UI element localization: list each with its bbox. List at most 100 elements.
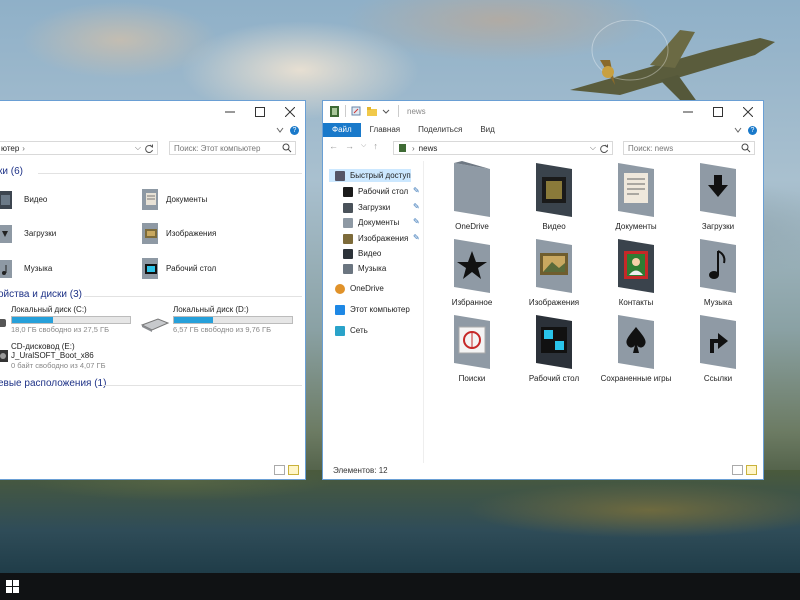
folder-label: Музыка xyxy=(24,263,53,273)
pin-icon[interactable]: ✎ xyxy=(413,202,420,211)
folder-tile-contacts[interactable]: Контакты xyxy=(595,235,677,307)
folder-tile-desktop[interactable]: Рабочий стол xyxy=(513,311,595,383)
chevron-down-icon[interactable] xyxy=(276,126,284,134)
dropdown-icon[interactable]: ⌵ xyxy=(135,143,141,153)
refresh-icon[interactable] xyxy=(145,144,154,153)
pin-icon[interactable]: ✎ xyxy=(413,186,420,195)
nav-label: Сеть xyxy=(350,326,368,335)
nav-item-music[interactable]: Музыка xyxy=(343,262,386,275)
folder-tile-searches[interactable]: Поиски xyxy=(431,311,513,383)
folder-item-documents[interactable]: Документы xyxy=(140,187,207,211)
folder-tile-video[interactable]: Видео xyxy=(513,159,595,231)
taskbar xyxy=(0,573,800,600)
cd-drive-icon xyxy=(0,350,8,362)
drive-item-e[interactable]: CD-дисковод (E:) J_UralSOFT_Boot_x86 0 б… xyxy=(0,342,106,370)
large-icons-view-button[interactable] xyxy=(746,465,757,475)
folder-label: Видео xyxy=(24,194,48,204)
details-view-button[interactable] xyxy=(274,465,285,475)
folder-item-desktop[interactable]: Рабочий стол xyxy=(140,256,216,280)
customize-toolbar-icon[interactable] xyxy=(382,105,394,117)
folder-tile-favorites[interactable]: Избранное xyxy=(431,235,513,307)
nav-label: Загрузки xyxy=(358,203,391,212)
folder-tile-documents[interactable]: Документы xyxy=(595,159,677,231)
spade-folder-icon xyxy=(618,315,654,369)
folder-tile-links[interactable]: Ссылки xyxy=(677,311,759,383)
address-bar[interactable]: › news ⌵ xyxy=(393,141,613,155)
group-header-folders[interactable]: ки (6) xyxy=(0,166,23,177)
nav-item-downloads[interactable]: Загрузки xyxy=(343,201,390,214)
group-header-drives[interactable]: ойства и диски (3) xyxy=(0,289,82,300)
back-arrow-icon[interactable]: ← xyxy=(329,141,338,151)
address-bar[interactable]: ютер › ⌵ xyxy=(0,141,158,155)
folder-label: Рабочий стол xyxy=(166,263,217,273)
tab-file[interactable]: Файл xyxy=(323,123,361,137)
nav-item-documents[interactable]: Документы xyxy=(343,216,399,229)
forward-arrow-icon[interactable]: → xyxy=(345,141,354,151)
close-button[interactable] xyxy=(733,101,763,123)
properties-icon[interactable] xyxy=(350,105,362,117)
refresh-icon[interactable] xyxy=(600,144,609,153)
address-row: ютер › ⌵ Поиск: Этот компьютер xyxy=(0,139,305,157)
tab-share[interactable]: Поделиться xyxy=(409,123,471,137)
drive-item-d[interactable]: Локальный диск (D:) 6,57 ГБ свободно из … xyxy=(140,305,293,334)
video-folder-icon xyxy=(536,163,572,217)
drive-item-c[interactable]: Локальный диск (C:) 18,0 ГБ свободно из … xyxy=(0,305,131,334)
tab-view[interactable]: Вид xyxy=(471,123,503,137)
tab-home[interactable]: Главная xyxy=(361,123,409,137)
close-icon xyxy=(285,107,295,117)
tile-label: Избранное xyxy=(451,298,493,307)
chevron-down-icon[interactable] xyxy=(734,126,742,134)
search-input[interactable]: Поиск: news xyxy=(623,141,755,155)
desktop-folder-icon xyxy=(536,315,572,369)
nav-item-video[interactable]: Видео xyxy=(343,247,381,260)
help-icon[interactable]: ? xyxy=(290,125,299,135)
pictures-folder-icon xyxy=(140,221,160,245)
pin-icon[interactable]: ✎ xyxy=(413,233,420,242)
folder-item-music[interactable]: Музыка xyxy=(0,256,52,280)
nav-label: Рабочий стол xyxy=(358,187,409,196)
search-input[interactable]: Поиск: Этот компьютер xyxy=(169,141,296,155)
folder-label: Документы xyxy=(166,194,208,204)
downloads-folder-icon xyxy=(0,221,18,245)
maximize-button[interactable] xyxy=(245,101,275,123)
nav-network[interactable]: Сеть xyxy=(335,324,368,337)
explorer-window-this-pc: ? ютер › ⌵ Поиск: Этот компьютер ки (6) … xyxy=(0,100,306,480)
downloads-icon xyxy=(343,202,353,213)
nav-quick-access[interactable]: Быстрый доступ xyxy=(329,169,411,182)
group-header-network-locations[interactable]: евые расположения (1) xyxy=(0,378,106,389)
large-icons-view-button[interactable] xyxy=(288,465,299,475)
nav-this-pc[interactable]: Этот компьютер xyxy=(335,303,410,316)
minimize-button[interactable] xyxy=(673,101,703,123)
folder-tile-saved-games[interactable]: Сохраненные игры xyxy=(595,311,677,383)
nav-label: OneDrive xyxy=(350,284,384,293)
folder-tile-downloads[interactable]: Загрузки xyxy=(677,159,759,231)
folder-tile-onedrive[interactable]: OneDrive xyxy=(431,159,513,231)
minimize-button[interactable] xyxy=(215,101,245,123)
nav-onedrive[interactable]: OneDrive xyxy=(335,282,384,295)
pictures-folder-icon xyxy=(536,239,572,293)
folder-item-downloads[interactable]: Загрузки xyxy=(0,221,56,245)
onedrive-icon xyxy=(335,283,345,294)
toolbar-separator xyxy=(345,105,346,117)
help-icon[interactable]: ? xyxy=(748,125,757,135)
maximize-button[interactable] xyxy=(703,101,733,123)
details-view-button[interactable] xyxy=(732,465,743,475)
tile-label: Изображения xyxy=(528,298,580,307)
recent-locations-icon[interactable]: ⌵ xyxy=(361,142,366,150)
minimize-icon xyxy=(225,111,235,113)
pin-icon[interactable]: ✎ xyxy=(413,217,420,226)
folder-tile-music[interactable]: Музыка xyxy=(677,235,759,307)
folder-tile-pictures[interactable]: Изображения xyxy=(513,235,595,307)
folder-item-pictures[interactable]: Изображения xyxy=(140,221,216,245)
tile-label: Ссылки xyxy=(703,374,733,383)
nav-item-desktop[interactable]: Рабочий стол xyxy=(343,185,408,198)
dropdown-icon[interactable]: ⌵ xyxy=(590,143,596,153)
close-button[interactable] xyxy=(275,101,305,123)
folder-item-video[interactable]: Видео xyxy=(0,187,47,211)
start-button[interactable] xyxy=(0,573,27,600)
title-bar xyxy=(0,101,305,123)
new-folder-icon[interactable] xyxy=(366,105,378,117)
up-arrow-icon[interactable]: ↑ xyxy=(373,141,378,151)
nav-item-pictures[interactable]: Изображения xyxy=(343,232,408,245)
drive-usage-bar xyxy=(11,316,131,324)
